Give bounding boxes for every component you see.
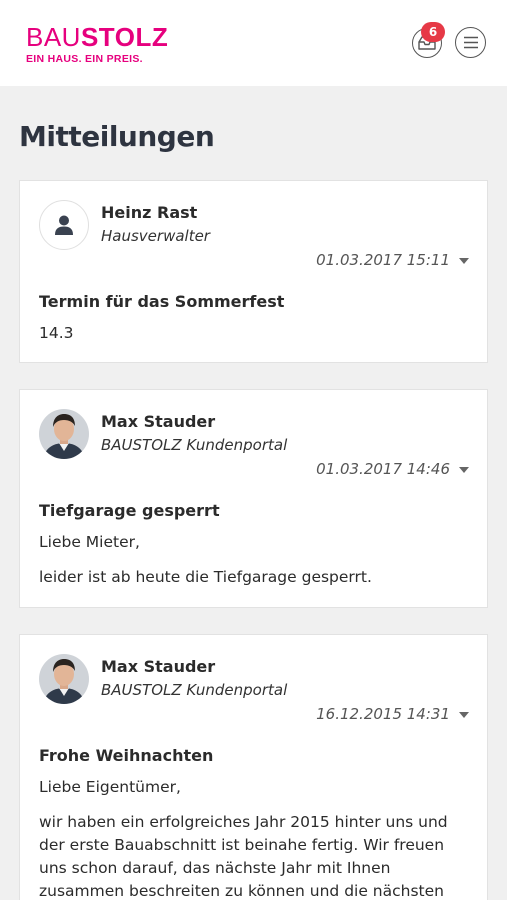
hamburger-menu-icon: [463, 36, 478, 49]
message-body: Liebe Mieter, leider ist ab heute die Ti…: [39, 531, 467, 601]
message-date: 01.03.2017 14:46: [316, 460, 450, 478]
message-body: 14.3: [39, 322, 467, 357]
sender-name: Heinz Rast: [101, 203, 198, 222]
chevron-down-icon[interactable]: [459, 467, 469, 473]
logo-wordmark: BAUSTOLZ: [26, 24, 168, 50]
message-paragraph: Liebe Eigentümer,: [39, 778, 181, 796]
message-paragraph: 14.3: [39, 324, 74, 342]
message-card[interactable]: Max Stauder BAUSTOLZ Kundenportal 01.03.…: [19, 389, 488, 608]
message-subject: Tiefgarage gesperrt: [39, 501, 220, 520]
top-bar: BAUSTOLZ EIN HAUS. EIN PREIS. 6: [0, 0, 507, 86]
user-icon: [55, 215, 73, 235]
avatar: [39, 654, 89, 704]
logo-wordmark-bold: STOLZ: [80, 22, 169, 52]
sender-role: BAUSTOLZ Kundenportal: [101, 436, 288, 454]
page-title: Mitteilungen: [19, 120, 215, 153]
chevron-down-icon[interactable]: [459, 258, 469, 264]
sender-role: Hausverwalter: [101, 227, 210, 245]
sender-name: Max Stauder: [101, 412, 216, 431]
message-card[interactable]: Max Stauder BAUSTOLZ Kundenportal 16.12.…: [19, 634, 488, 900]
message-date: 01.03.2017 15:11: [316, 251, 450, 269]
logo-wordmark-light: BAU: [26, 22, 81, 52]
avatar: [39, 409, 89, 459]
menu-button[interactable]: [455, 27, 486, 58]
message-paragraph: leider ist ab heute die Tiefgarage gespe…: [39, 568, 372, 586]
message-paragraph: wir haben ein erfolgreiches Jahr 2015 hi…: [39, 813, 448, 900]
message-date: 16.12.2015 14:31: [316, 705, 450, 723]
message-body: Liebe Eigentümer, wir haben ein erfolgre…: [39, 776, 467, 900]
message-subject: Termin für das Sommerfest: [39, 292, 285, 311]
sender-role: BAUSTOLZ Kundenportal: [101, 681, 288, 699]
inbox-badge: 6: [421, 22, 445, 42]
sender-name: Max Stauder: [101, 657, 216, 676]
logo-tagline: EIN HAUS. EIN PREIS.: [26, 53, 143, 65]
message-card[interactable]: Heinz Rast Hausverwalter 01.03.2017 15:1…: [19, 180, 488, 363]
message-subject: Frohe Weihnachten: [39, 746, 214, 765]
message-paragraph: Liebe Mieter,: [39, 533, 140, 551]
avatar: [39, 200, 89, 250]
chevron-down-icon[interactable]: [459, 712, 469, 718]
profile-photo: [39, 409, 89, 459]
profile-photo: [39, 654, 89, 704]
baustolz-logo[interactable]: BAUSTOLZ EIN HAUS. EIN PREIS.: [26, 24, 168, 65]
